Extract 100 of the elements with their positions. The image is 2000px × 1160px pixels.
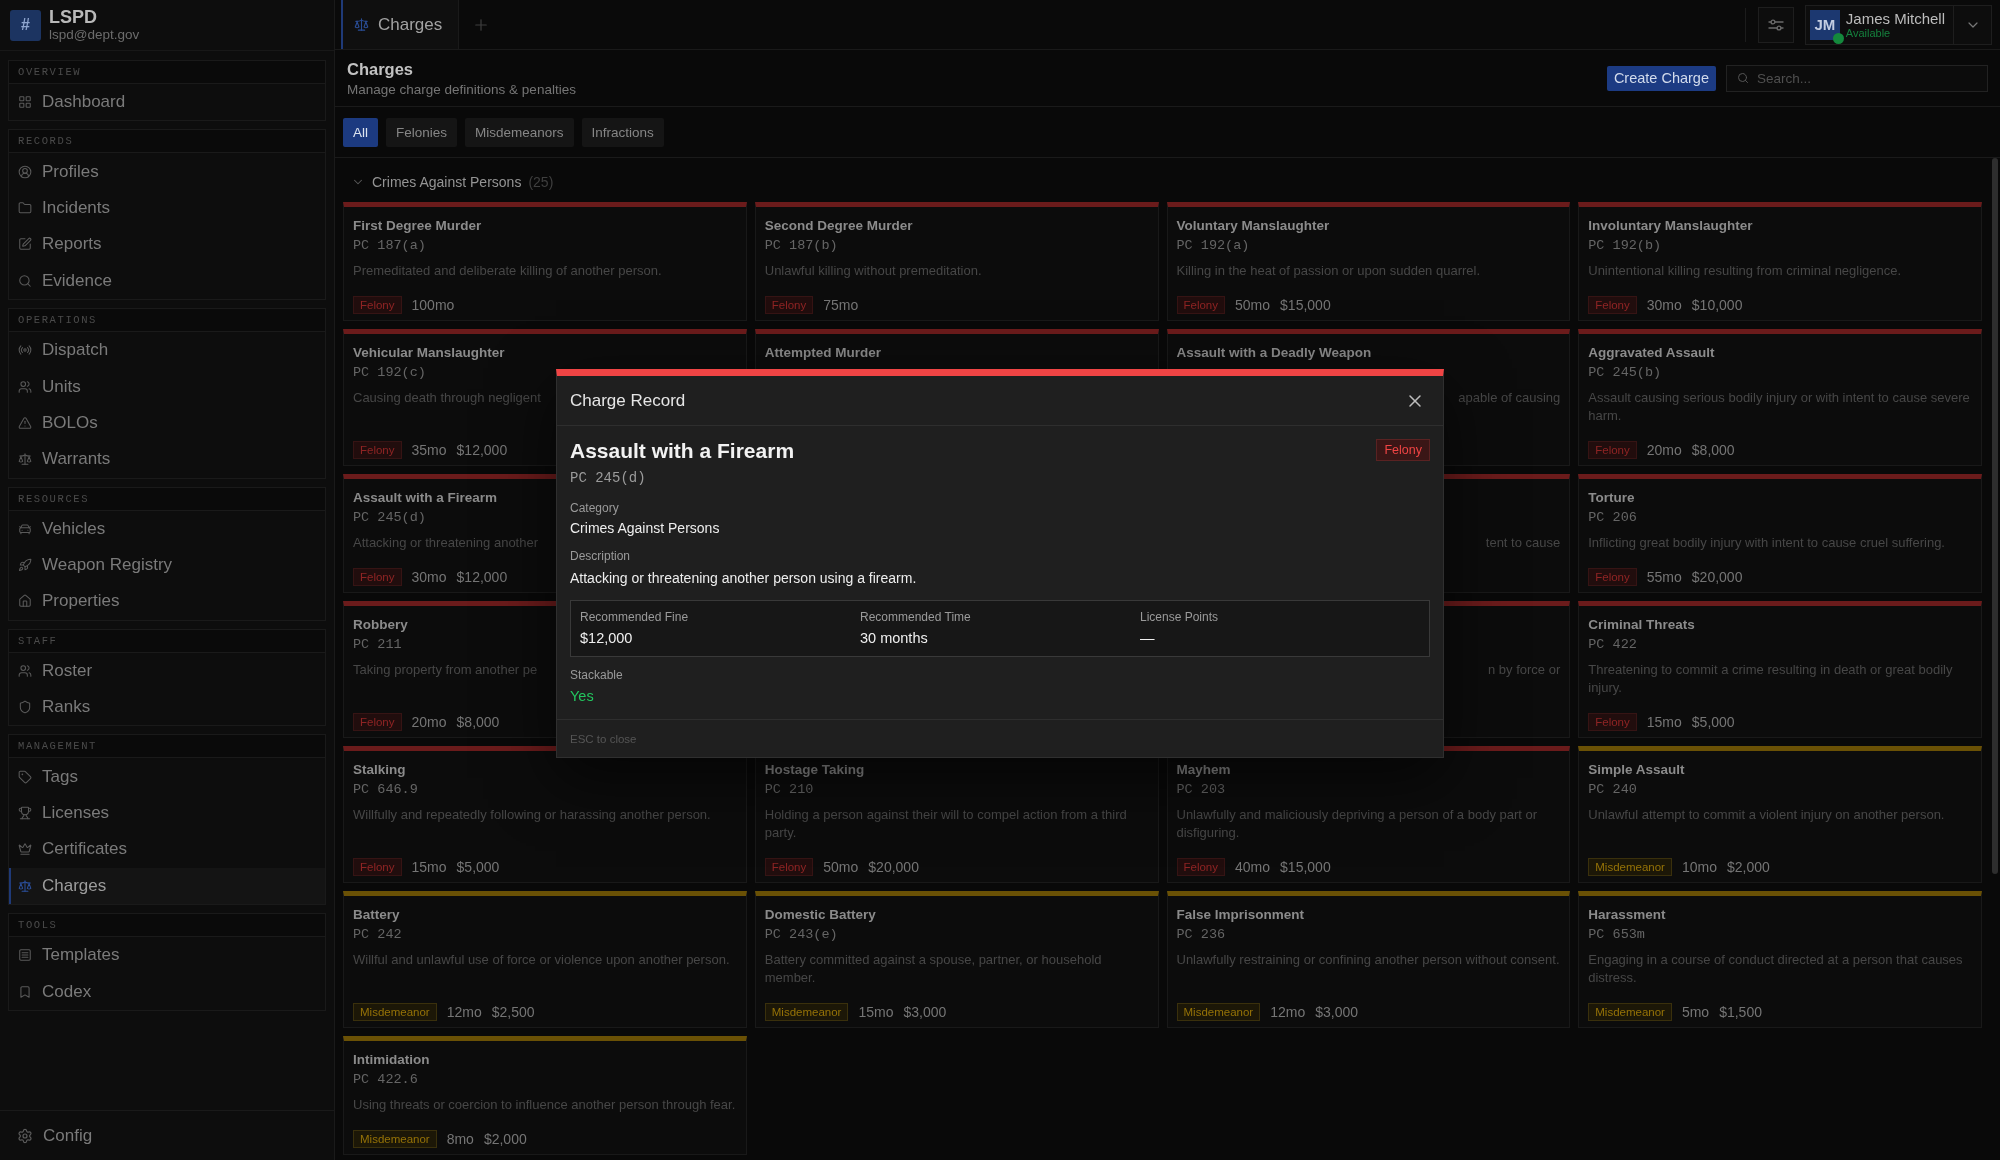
fine-amount: $10,000 bbox=[1691, 296, 1743, 314]
card-description: apable of causing bbox=[1458, 390, 1561, 405]
charge-code: PC 203 bbox=[1176, 781, 1226, 799]
sentence-length: 35mo bbox=[411, 441, 447, 459]
severity-tag: Felony bbox=[353, 441, 402, 459]
sentence-length: 20mo bbox=[1646, 441, 1682, 459]
fine-amount: $20,000 bbox=[1691, 568, 1743, 586]
severity-tag: Misdemeanor bbox=[1588, 858, 1672, 876]
card-title: Simple Assault bbox=[1588, 761, 1685, 779]
severity-tag: Felony bbox=[1588, 713, 1637, 731]
severity-tag: Misdemeanor bbox=[764, 1003, 849, 1021]
severity-tag: Felony bbox=[353, 713, 402, 731]
charge-code: PC 192(c) bbox=[353, 364, 426, 382]
card-description: Unlawfully restraining or confining another person without consent. bbox=[1176, 952, 1560, 967]
fine-amount: $2,000 bbox=[483, 1130, 527, 1148]
user-name: James Mitchell bbox=[1845, 9, 1945, 27]
card-description: Attacking or threatening another bbox=[353, 535, 538, 550]
charge-code: PC 240 bbox=[1588, 781, 1637, 799]
card-title: Voluntary Manslaughter bbox=[1176, 217, 1330, 235]
fine-amount: $5,000 bbox=[1691, 713, 1735, 731]
card-title: Stalking bbox=[353, 761, 406, 779]
charge-code: PC 206 bbox=[1588, 509, 1637, 527]
card-description: Killing in the heat of passion or upon sudden quarrel. bbox=[1176, 263, 1481, 278]
severity-tag: Felony bbox=[1588, 296, 1637, 314]
sentence-length: 100mo bbox=[411, 296, 455, 314]
card-title: Criminal Threats bbox=[1588, 616, 1695, 634]
sentence-length: 15mo bbox=[1646, 713, 1682, 731]
card-title: First Degree Murder bbox=[353, 217, 482, 235]
fine-amount: $15,000 bbox=[1280, 296, 1331, 314]
charge-code: PC 245(b) bbox=[1588, 364, 1662, 382]
charge-code: PC 211 bbox=[353, 636, 402, 654]
fine-amount: $8,000 bbox=[1691, 441, 1735, 459]
fine-amount: $2,500 bbox=[491, 1003, 535, 1021]
sentence-length: 20mo bbox=[411, 713, 447, 731]
fine-amount: $3,000 bbox=[903, 1003, 947, 1021]
charge-code: PC 210 bbox=[764, 781, 814, 799]
stackable-value: Yes bbox=[570, 687, 594, 705]
page-subtitle: Manage charge definitions & penalties bbox=[347, 80, 576, 98]
card-description: Willful and unlawful use of force or violence upon another person. bbox=[353, 952, 730, 967]
brand-email: lspd@dept.gov bbox=[49, 27, 140, 43]
card-title: False Imprisonment bbox=[1176, 906, 1305, 924]
card-description: Premeditated and deliberate killing of another person. bbox=[353, 263, 662, 278]
severity-tag: Misdemeanor bbox=[353, 1003, 437, 1021]
sentence-length: 10mo bbox=[1681, 858, 1717, 876]
field-label: Category bbox=[570, 500, 619, 516]
card-title: Hostage Taking bbox=[764, 761, 865, 779]
sentence-length: 12mo bbox=[1270, 1003, 1306, 1021]
severity-tag: Felony bbox=[1588, 568, 1637, 586]
card-description: Unlawful attempt to commit a violent injury on another person. bbox=[1588, 807, 1945, 822]
severity-tag: Felony bbox=[353, 858, 402, 876]
severity-tag: Felony bbox=[353, 568, 402, 586]
severity-tag: Felony bbox=[764, 858, 814, 876]
stat-value: $12,000 bbox=[580, 629, 633, 648]
charge-code: PC 192(a) bbox=[1176, 237, 1250, 255]
stat-value: 30 months bbox=[860, 629, 928, 648]
sentence-length: 30mo bbox=[411, 568, 447, 586]
charge-code: PC 245(d) bbox=[353, 509, 426, 527]
fine-amount: $2,000 bbox=[1726, 858, 1770, 876]
card-description: Causing death through negligent bbox=[353, 390, 541, 405]
dialog-title: Charge Record bbox=[570, 390, 686, 411]
severity-tag: Felony bbox=[1376, 439, 1430, 461]
severity-tag: Felony bbox=[1588, 441, 1637, 459]
fine-amount: $3,000 bbox=[1315, 1003, 1359, 1021]
charge-code: PC 187(a) bbox=[353, 237, 426, 255]
card-description: Willfully and repeatedly following or harassing another person. bbox=[353, 807, 711, 822]
card-title: Robbery bbox=[353, 616, 408, 634]
card-title: Mayhem bbox=[1176, 761, 1231, 779]
card-title: Vehicular Manslaughter bbox=[353, 344, 505, 362]
card-title: Involuntary Manslaughter bbox=[1588, 217, 1753, 235]
card-title: Second Degree Murder bbox=[764, 217, 913, 235]
stat-label: Recommended Fine bbox=[580, 609, 689, 625]
fine-amount: $12,000 bbox=[456, 441, 508, 459]
severity-tag: Felony bbox=[1176, 858, 1226, 876]
field-label: Stackable bbox=[570, 667, 623, 683]
charge-code: PC 422 bbox=[1588, 636, 1637, 654]
sentence-length: 50mo bbox=[1235, 296, 1271, 314]
brand-name: LSPD bbox=[49, 7, 97, 27]
sentence-length: 5mo bbox=[1681, 1003, 1710, 1021]
card-description: Battery committed against a spouse, partner, or household member. bbox=[764, 952, 1102, 985]
stat-label: Recommended Time bbox=[860, 609, 971, 625]
stat-value: — bbox=[1140, 629, 1155, 648]
severity-tag: Felony bbox=[1176, 296, 1226, 314]
card-description: Unintentional killing resulting from criminal negligence. bbox=[1588, 263, 1902, 278]
fine-amount: $15,000 bbox=[1280, 858, 1331, 876]
card-title: Aggravated Assault bbox=[1588, 344, 1715, 362]
charge-code: PC 653m bbox=[1588, 926, 1645, 944]
avatar: JM bbox=[1809, 9, 1840, 40]
sentence-length: 75mo bbox=[823, 296, 859, 314]
card-description: Inflicting great bodily injury with intent to cause cruel suffering. bbox=[1588, 535, 1945, 550]
fine-amount: $8,000 bbox=[456, 713, 500, 731]
user-status: Available bbox=[1845, 26, 1891, 40]
field-value: Crimes Against Persons bbox=[570, 519, 720, 537]
card-title: Domestic Battery bbox=[764, 906, 876, 924]
sentence-length: 15mo bbox=[411, 858, 447, 876]
stat-label: License Points bbox=[1140, 609, 1219, 625]
card-description: Engaging in a course of conduct directed at a person that causes distress. bbox=[1588, 952, 1963, 985]
card-title: Intimidation bbox=[353, 1051, 430, 1069]
fine-amount: $1,500 bbox=[1719, 1003, 1762, 1021]
sentence-length: 40mo bbox=[1235, 858, 1271, 876]
severity-tag: Misdemeanor bbox=[1176, 1003, 1261, 1021]
